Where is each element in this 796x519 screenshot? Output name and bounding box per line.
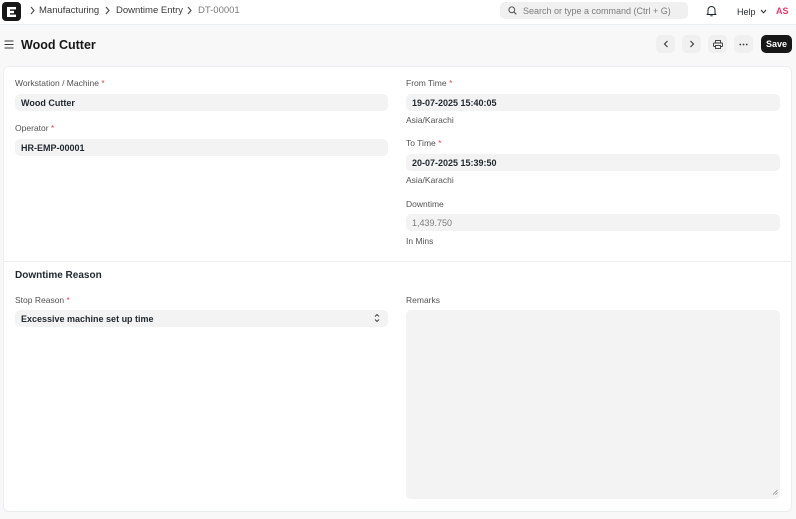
section-divider: [4, 261, 791, 262]
required-marker: *: [50, 123, 55, 133]
ellipsis-icon: [739, 43, 748, 46]
required-marker: *: [66, 295, 70, 305]
chevron-right-icon: [186, 6, 193, 18]
chevron-left-icon: [663, 40, 669, 48]
chevron-right-icon: [29, 6, 36, 18]
form-card: Workstation / Machine * Wood Cutter Oper…: [3, 66, 792, 512]
workstation-field[interactable]: Wood Cutter: [15, 94, 388, 111]
operator-field[interactable]: HR-EMP-00001: [15, 139, 388, 156]
operator-label: Operator *: [15, 123, 54, 133]
required-marker: *: [449, 78, 453, 88]
to-time-label: To Time *: [406, 138, 441, 148]
stop-reason-label: Stop Reason *: [15, 295, 70, 305]
breadcrumb-downtime-entry[interactable]: Downtime Entry: [116, 5, 183, 16]
downtime-label: Downtime: [406, 199, 444, 209]
operator-label-text: Operator: [15, 123, 49, 133]
page-title: Wood Cutter: [21, 38, 96, 52]
from-time-field[interactable]: 19-07-2025 15:40:05: [406, 94, 780, 111]
from-time-label: From Time *: [406, 78, 452, 88]
chevron-right-icon: [689, 40, 695, 48]
breadcrumb-manufacturing[interactable]: Manufacturing: [39, 5, 99, 16]
workstation-label-text: Workstation / Machine: [15, 78, 99, 88]
downtime-field: 1,439.750: [406, 214, 780, 231]
print-button[interactable]: [708, 35, 727, 53]
remarks-textarea[interactable]: [406, 310, 780, 499]
required-marker: *: [101, 78, 105, 88]
search-placeholder: Search or type a command (Ctrl + G): [523, 5, 671, 16]
top-navbar: Manufacturing Downtime Entry DT-00001 Se…: [0, 0, 796, 25]
required-marker: *: [438, 138, 442, 148]
downtime-unit-hint: In Mins: [406, 236, 434, 246]
to-time-field[interactable]: 20-07-2025 15:39:50: [406, 154, 780, 171]
search-icon: [508, 6, 517, 15]
hamburger-icon[interactable]: [4, 40, 14, 51]
save-button[interactable]: Save: [761, 35, 792, 53]
remarks-label: Remarks: [406, 295, 441, 305]
more-actions-button[interactable]: [734, 35, 753, 53]
from-time-label-text: From Time: [406, 78, 447, 88]
from-time-timezone: Asia/Karachi: [406, 115, 454, 125]
next-record-button[interactable]: [682, 35, 701, 53]
workstation-label: Workstation / Machine *: [15, 78, 105, 88]
help-label: Help: [737, 7, 756, 17]
breadcrumb-current-doc[interactable]: DT-00001: [198, 5, 240, 16]
printer-icon: [712, 39, 723, 49]
to-time-timezone: Asia/Karachi: [406, 175, 454, 185]
app-logo-icon[interactable]: [2, 2, 21, 21]
stop-reason-select[interactable]: Excessive machine set up time: [15, 310, 388, 327]
avatar[interactable]: AS: [776, 6, 789, 16]
stop-reason-value: Excessive machine set up time: [21, 313, 154, 324]
to-time-label-text: To Time: [406, 138, 436, 148]
section-title-downtime-reason: Downtime Reason: [15, 270, 102, 281]
resize-grip-icon[interactable]: [772, 487, 778, 497]
previous-record-button[interactable]: [656, 35, 675, 53]
help-menu[interactable]: Help: [737, 6, 767, 17]
search-input[interactable]: Search or type a command (Ctrl + G): [500, 2, 688, 19]
select-updown-icon: [374, 313, 380, 325]
stop-reason-label-text: Stop Reason: [15, 295, 65, 305]
chevron-down-icon: [760, 6, 767, 16]
chevron-right-icon: [104, 6, 111, 18]
bell-icon[interactable]: [706, 5, 717, 19]
